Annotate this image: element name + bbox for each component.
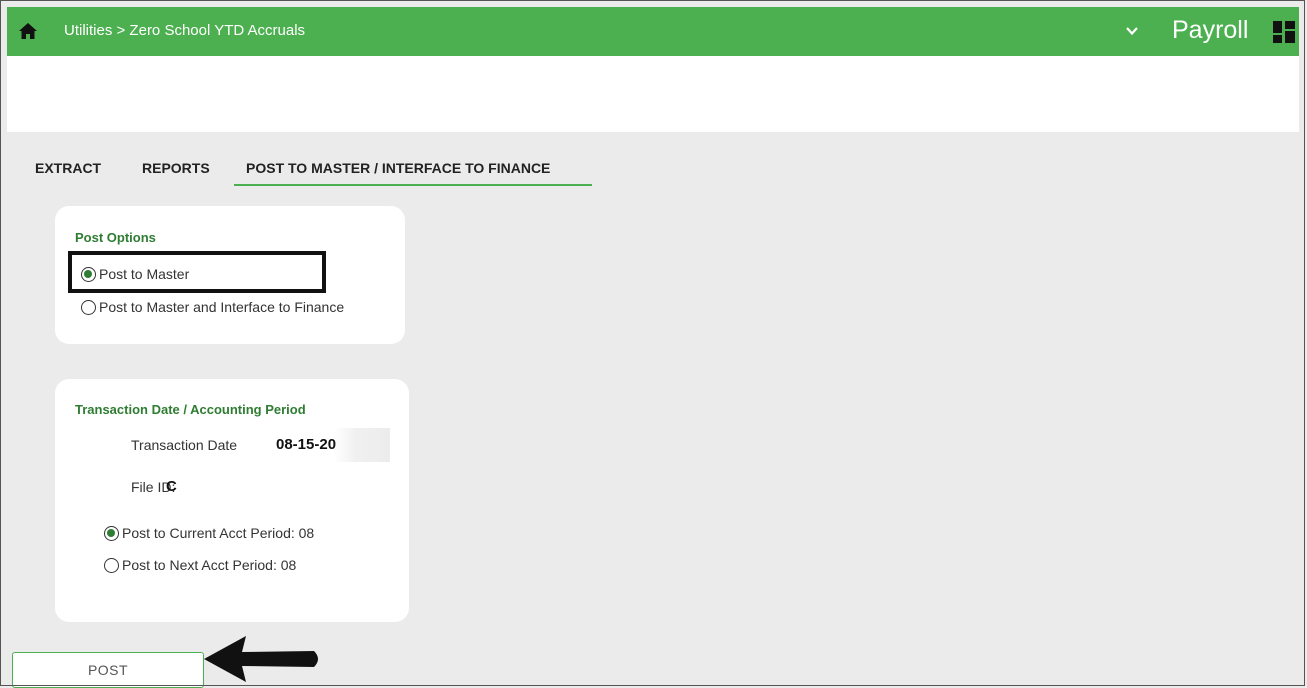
option-post-and-interface[interactable]: Post to Master and Interface to Finance (81, 299, 344, 315)
toolbar-area (7, 56, 1299, 132)
radio-unselected-icon[interactable] (81, 299, 96, 315)
module-name[interactable]: Payroll (1172, 16, 1248, 45)
transaction-card: Transaction Date / Accounting Period Tra… (55, 379, 409, 622)
grid-icon[interactable] (1273, 21, 1295, 43)
post-button[interactable]: POST (12, 652, 204, 688)
file-id-value: C (166, 478, 177, 495)
highlight-annotation (68, 251, 326, 293)
option-label: Post to Next Acct Period: 08 (122, 557, 297, 573)
chevron-down-icon[interactable] (1125, 24, 1139, 38)
redaction-blur (334, 428, 390, 462)
transaction-date-label: Transaction Date (131, 437, 238, 453)
radio-selected-icon[interactable] (104, 525, 119, 541)
tab-extract[interactable]: EXTRACT (35, 160, 101, 176)
option-label: Post to Current Acct Period: 08 (122, 525, 315, 541)
transaction-title: Transaction Date / Accounting Period (75, 402, 306, 417)
post-options-title: Post Options (75, 230, 156, 245)
option-next-period[interactable]: Post to Next Acct Period: 08 (104, 557, 296, 573)
option-current-period[interactable]: Post to Current Acct Period: 08 (104, 525, 314, 541)
radio-unselected-icon[interactable] (104, 557, 119, 573)
breadcrumb: Utilities > Zero School YTD Accruals (64, 22, 306, 39)
home-icon[interactable] (18, 22, 38, 40)
option-label: Post to Master and Interface to Finance (99, 299, 345, 315)
active-tab-underline (234, 184, 592, 186)
tab-reports[interactable]: REPORTS (142, 160, 210, 176)
top-bar: Utilities > Zero School YTD Accruals Pay… (7, 7, 1299, 56)
arrow-left-icon (204, 636, 318, 682)
tab-post-to-master[interactable]: POST TO MASTER / INTERFACE TO FINANCE (246, 160, 550, 176)
transaction-date-value: 08-15-20 (276, 436, 337, 453)
